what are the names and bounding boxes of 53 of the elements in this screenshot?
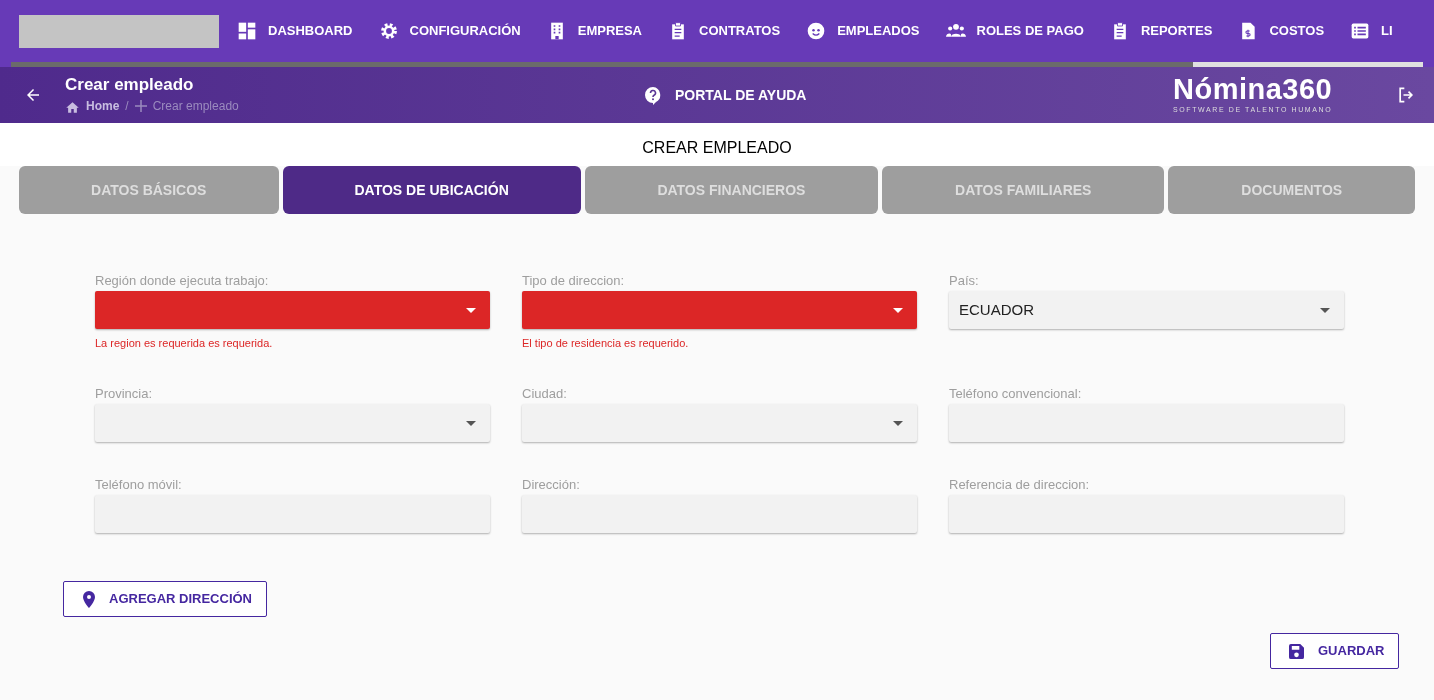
dropdown-caret-icon: [893, 307, 903, 313]
input-field[interactable]: [522, 495, 917, 533]
field-label: Ciudad:: [522, 386, 568, 402]
field-label: Tipo de direccion:: [522, 273, 626, 289]
nav-item[interactable]: REPORTES: [1109, 21, 1213, 41]
breadcrumb-current: Crear empleado: [152, 98, 239, 115]
select-field[interactable]: [522, 291, 917, 329]
input-field[interactable]: [949, 404, 1344, 442]
brand-logo: Nómina360: [1173, 73, 1333, 105]
tab[interactable]: DATOS DE UBICACIÓN: [282, 166, 581, 214]
page-heading: Crear empleado: [65, 75, 195, 95]
select-field[interactable]: [95, 291, 490, 329]
field-label: Teléfono móvil:: [95, 477, 183, 493]
nav-item[interactable]: EMPRESA: [546, 21, 642, 41]
breadcrumb-separator: /: [125, 98, 129, 115]
add-address-button[interactable]: AGREGAR DIRECCIÓN: [63, 581, 267, 617]
save-button[interactable]: GUARDAR: [1270, 633, 1399, 669]
logout-button[interactable]: [1396, 85, 1416, 105]
form-title: CREAR EMPLEADO: [642, 138, 792, 158]
nav-item[interactable]: ROLES DE PAGO: [945, 21, 1084, 41]
dropdown-caret-icon: [466, 307, 476, 313]
select-field[interactable]: [522, 404, 917, 442]
field-label: Referencia de direccion:: [949, 477, 1091, 493]
face-icon: [806, 21, 827, 41]
field-label: Dirección:: [522, 477, 581, 493]
field-label: Teléfono convencional:: [949, 386, 1083, 402]
error-message: El tipo de residencia es requerido.: [522, 336, 690, 351]
nav-item[interactable]: COSTOS: [1238, 21, 1325, 41]
select-field[interactable]: ECUADOR: [949, 291, 1344, 329]
breadcrumb-link[interactable]: Home: [86, 97, 120, 115]
plus-icon: [134, 100, 147, 112]
input-field[interactable]: [95, 495, 490, 533]
nav-item[interactable]: CONFIGURACIÓN: [378, 21, 521, 41]
dropdown-caret-icon: [466, 420, 476, 426]
dashboard-icon: [237, 21, 257, 41]
help-icon: [645, 86, 661, 105]
list-icon: [1350, 21, 1371, 41]
nav-item[interactable]: EMPLEADOS: [806, 21, 920, 41]
dropdown-caret-icon: [893, 420, 903, 426]
help-portal-link[interactable]: PORTAL DE AYUDA: [645, 85, 807, 106]
error-message: La region es requerida es requerida.: [95, 336, 274, 351]
settings-icon: [378, 21, 399, 41]
field-label: Provincia:: [95, 386, 154, 402]
location-pin-icon: [83, 590, 95, 608]
field-label: País:: [949, 273, 980, 289]
nav-item[interactable]: CONTRATOS: [668, 21, 781, 41]
dropdown-caret-icon: [1320, 307, 1330, 313]
nav-item[interactable]: LI: [1350, 21, 1393, 41]
select-field[interactable]: [95, 404, 490, 442]
field-label: Región donde ejecuta trabajo:: [95, 273, 270, 289]
nav-item[interactable]: DASHBOARD: [237, 21, 353, 41]
input-field[interactable]: [949, 495, 1344, 533]
home-icon: [65, 99, 80, 113]
